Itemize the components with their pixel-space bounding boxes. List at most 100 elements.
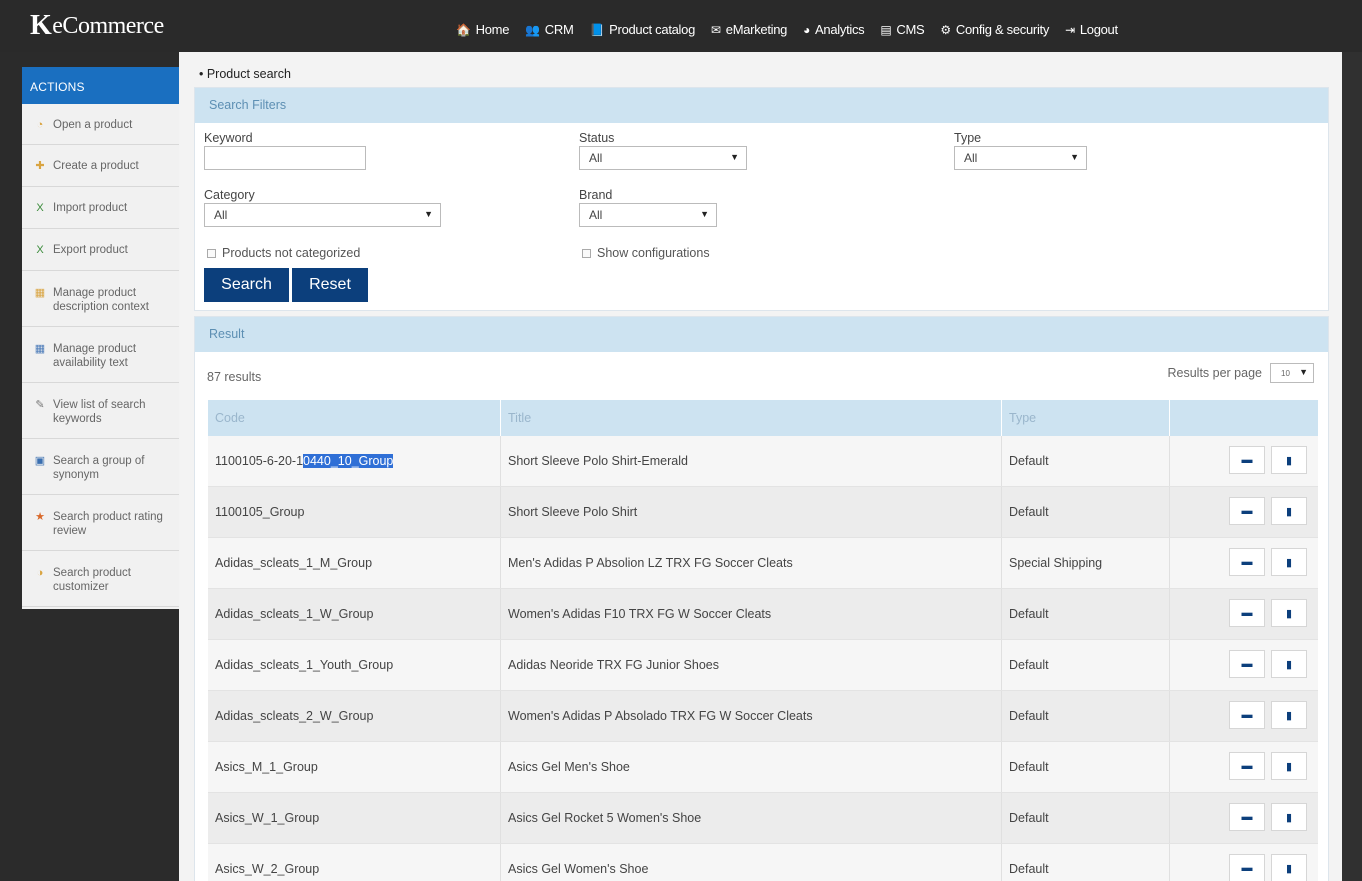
cell-actions: ▬ ▮ (1170, 436, 1318, 486)
nav-item-config-security[interactable]: ⚙ Config & security (940, 22, 1049, 37)
table-row[interactable]: Asics_M_1_Group Asics Gel Men's Shoe Defau… (208, 742, 1318, 793)
cell-code: Asics_W_2_Group (208, 844, 501, 881)
result-header[interactable]: Result (195, 317, 1328, 352)
sidebar-item-create-a-product[interactable]: ✚ Create a product (22, 145, 179, 187)
brand-select[interactable]: All ▼ (579, 203, 717, 227)
search-filters-header[interactable]: Search Filters (195, 88, 1328, 123)
top-bar: K eCommerce 🏠 Home 👥 CRM 📘 Product catalog ✉ eM… (0, 0, 1362, 52)
cell-title: Adidas Neoride TRX FG Junior Shoes (501, 640, 1002, 690)
table-row[interactable]: Adidas_scleats_1_Youth_Group Adidas Neori… (208, 640, 1318, 691)
nav-label: eMarketing (725, 22, 788, 37)
trash-icon: ▮ (1285, 607, 1293, 620)
cell-type: Default (1002, 742, 1170, 792)
table-row[interactable]: Adidas_scleats_2_W_Group Women's Adidas P… (208, 691, 1318, 742)
sidebar-item-manage-product-availability-text[interactable]: ▦ Manage product availability text (22, 327, 179, 383)
cell-code: 1100105_Group (208, 487, 501, 537)
sidebar-header: ACTIONS (22, 67, 179, 104)
column-header-type[interactable]: Type (1002, 400, 1170, 436)
nav-item-product-catalog[interactable]: 📘 Product catalog (590, 22, 696, 37)
nav-item-emarketing[interactable]: ✉ eMarketing (711, 22, 787, 37)
actions-sidebar: ACTIONS ◔ Open a product ✚ Create a product… (22, 67, 179, 609)
delete-button[interactable]: ▮ (1271, 752, 1307, 780)
nav-item-home[interactable]: 🏠 Home (456, 22, 509, 37)
nav-item-crm[interactable]: 👥 CRM (525, 22, 574, 37)
delete-button[interactable]: ▮ (1271, 599, 1307, 627)
delete-button[interactable]: ▮ (1271, 446, 1307, 474)
category-select[interactable]: All ▼ (204, 203, 441, 227)
cell-type: Special Shipping (1002, 538, 1170, 588)
table-row[interactable]: Asics_W_1_Group Asics Gel Rocket 5 Women'… (208, 793, 1318, 844)
table-row[interactable]: Adidas_scleats_1_W_Group Women's Adidas F… (208, 589, 1318, 640)
delete-button[interactable]: ▮ (1271, 803, 1307, 831)
cell-type: Default (1002, 844, 1170, 881)
folder-icon: ▬ (1241, 862, 1253, 874)
sidebar-item-export-product[interactable]: X Export product (22, 229, 179, 271)
open-button[interactable]: ▬ (1229, 599, 1265, 627)
sidebar-item-open-a-product[interactable]: ◔ Open a product (22, 104, 179, 145)
nav-item-cms[interactable]: ▤ CMS (880, 22, 924, 37)
nav-label: Home (475, 22, 510, 37)
trash-icon: ▮ (1285, 658, 1293, 671)
checkbox-box[interactable] (582, 248, 591, 258)
nav-label: CRM (544, 22, 574, 37)
sidebar-item-search-product-customizer[interactable]: ◑ Search product customizer (22, 551, 179, 607)
open-button[interactable]: ▬ (1229, 497, 1265, 525)
delete-button[interactable]: ▮ (1271, 497, 1307, 525)
delete-button[interactable]: ▮ (1271, 650, 1307, 678)
open-button[interactable]: ▬ (1229, 701, 1265, 729)
keywords-icon: ✎ (35, 399, 45, 411)
table-row[interactable]: 1100105_Group Short Sleeve Polo Shirt Defa… (208, 487, 1318, 538)
delete-button[interactable]: ▮ (1271, 854, 1307, 881)
nav-item-logout[interactable]: ⇥ Logout (1065, 22, 1118, 37)
logo[interactable]: K eCommerce (30, 10, 164, 42)
selected-text: 0440_10_Group (303, 454, 394, 468)
type-select[interactable]: All ▼ (954, 146, 1087, 170)
cell-title: Asics Gel Rocket 5 Women's Shoe (501, 793, 1002, 843)
show-configurations-checkbox[interactable]: Show configurations (582, 246, 710, 260)
nav-item-analytics[interactable]: ◕ Analytics (803, 22, 865, 37)
table-row[interactable]: Adidas_scleats_1_M_Group Men's Adidas P A… (208, 538, 1318, 589)
open-button[interactable]: ▬ (1229, 446, 1265, 474)
code-text: Asics_M_1_Group (215, 760, 318, 774)
delete-button[interactable]: ▮ (1271, 548, 1307, 576)
code-text: Asics_W_2_Group (215, 862, 320, 876)
results-per-page: Results per page 10 ▼ (1167, 363, 1314, 383)
checkbox-box[interactable] (207, 248, 216, 258)
results-per-page-select[interactable]: 10 ▼ (1270, 363, 1314, 383)
home-icon: 🏠 (456, 22, 471, 37)
sidebar-item-label: Search a group of synonym (53, 455, 145, 481)
column-header-code[interactable]: Code (208, 400, 501, 436)
trash-icon: ▮ (1285, 862, 1293, 875)
brand-label: Brand (579, 188, 613, 202)
pie-chart-icon: ◕ (803, 22, 811, 37)
sidebar-item-view-list-of-search-keywords[interactable]: ✎ View list of search keywords (22, 383, 179, 439)
type-label: Type (954, 131, 982, 145)
sidebar-item-import-product[interactable]: X Import product (22, 187, 179, 229)
sidebar-item-search-product-rating-review[interactable]: ★ Search product rating review (22, 495, 179, 551)
open-button[interactable]: ▬ (1229, 548, 1265, 576)
open-button[interactable]: ▬ (1229, 803, 1265, 831)
status-select[interactable]: All ▼ (579, 146, 747, 170)
code-text: Adidas_scleats_2_W_Group (215, 709, 374, 723)
cell-type: Default (1002, 436, 1170, 486)
open-button[interactable]: ▬ (1229, 752, 1265, 780)
code-text: 1100105-6-20-1 (215, 454, 304, 468)
delete-button[interactable]: ▮ (1271, 701, 1307, 729)
sidebar-item-search-a-group-of-synonym[interactable]: ▣ Search a group of synonym (22, 439, 179, 495)
folder-icon: ▬ (1241, 760, 1253, 772)
sidebar-item-manage-product-description-context[interactable]: ▦ Manage product description context (22, 271, 179, 327)
table-row[interactable]: Asics_W_2_Group Asics Gel Women's Shoe Def… (208, 844, 1318, 881)
cell-code: Adidas_scleats_1_W_Group (208, 589, 501, 639)
open-button[interactable]: ▬ (1229, 854, 1265, 881)
reset-button[interactable]: Reset (292, 268, 368, 302)
breadcrumb: • Product search (199, 67, 291, 81)
open-button[interactable]: ▬ (1229, 650, 1265, 678)
page-scrollbar[interactable] (1342, 52, 1362, 881)
keyword-input[interactable] (204, 146, 366, 170)
cell-title: Men's Adidas P Absolion LZ TRX FG Soccer… (501, 538, 1002, 588)
open-product-icon: ◔ (36, 119, 44, 131)
column-header-title[interactable]: Title (501, 400, 1002, 436)
search-button[interactable]: Search (204, 268, 289, 302)
not-categorized-checkbox[interactable]: Products not categorized (207, 246, 360, 260)
table-row[interactable]: 1100105-6-20-10440_10_Group Short Sleeve … (208, 436, 1318, 487)
